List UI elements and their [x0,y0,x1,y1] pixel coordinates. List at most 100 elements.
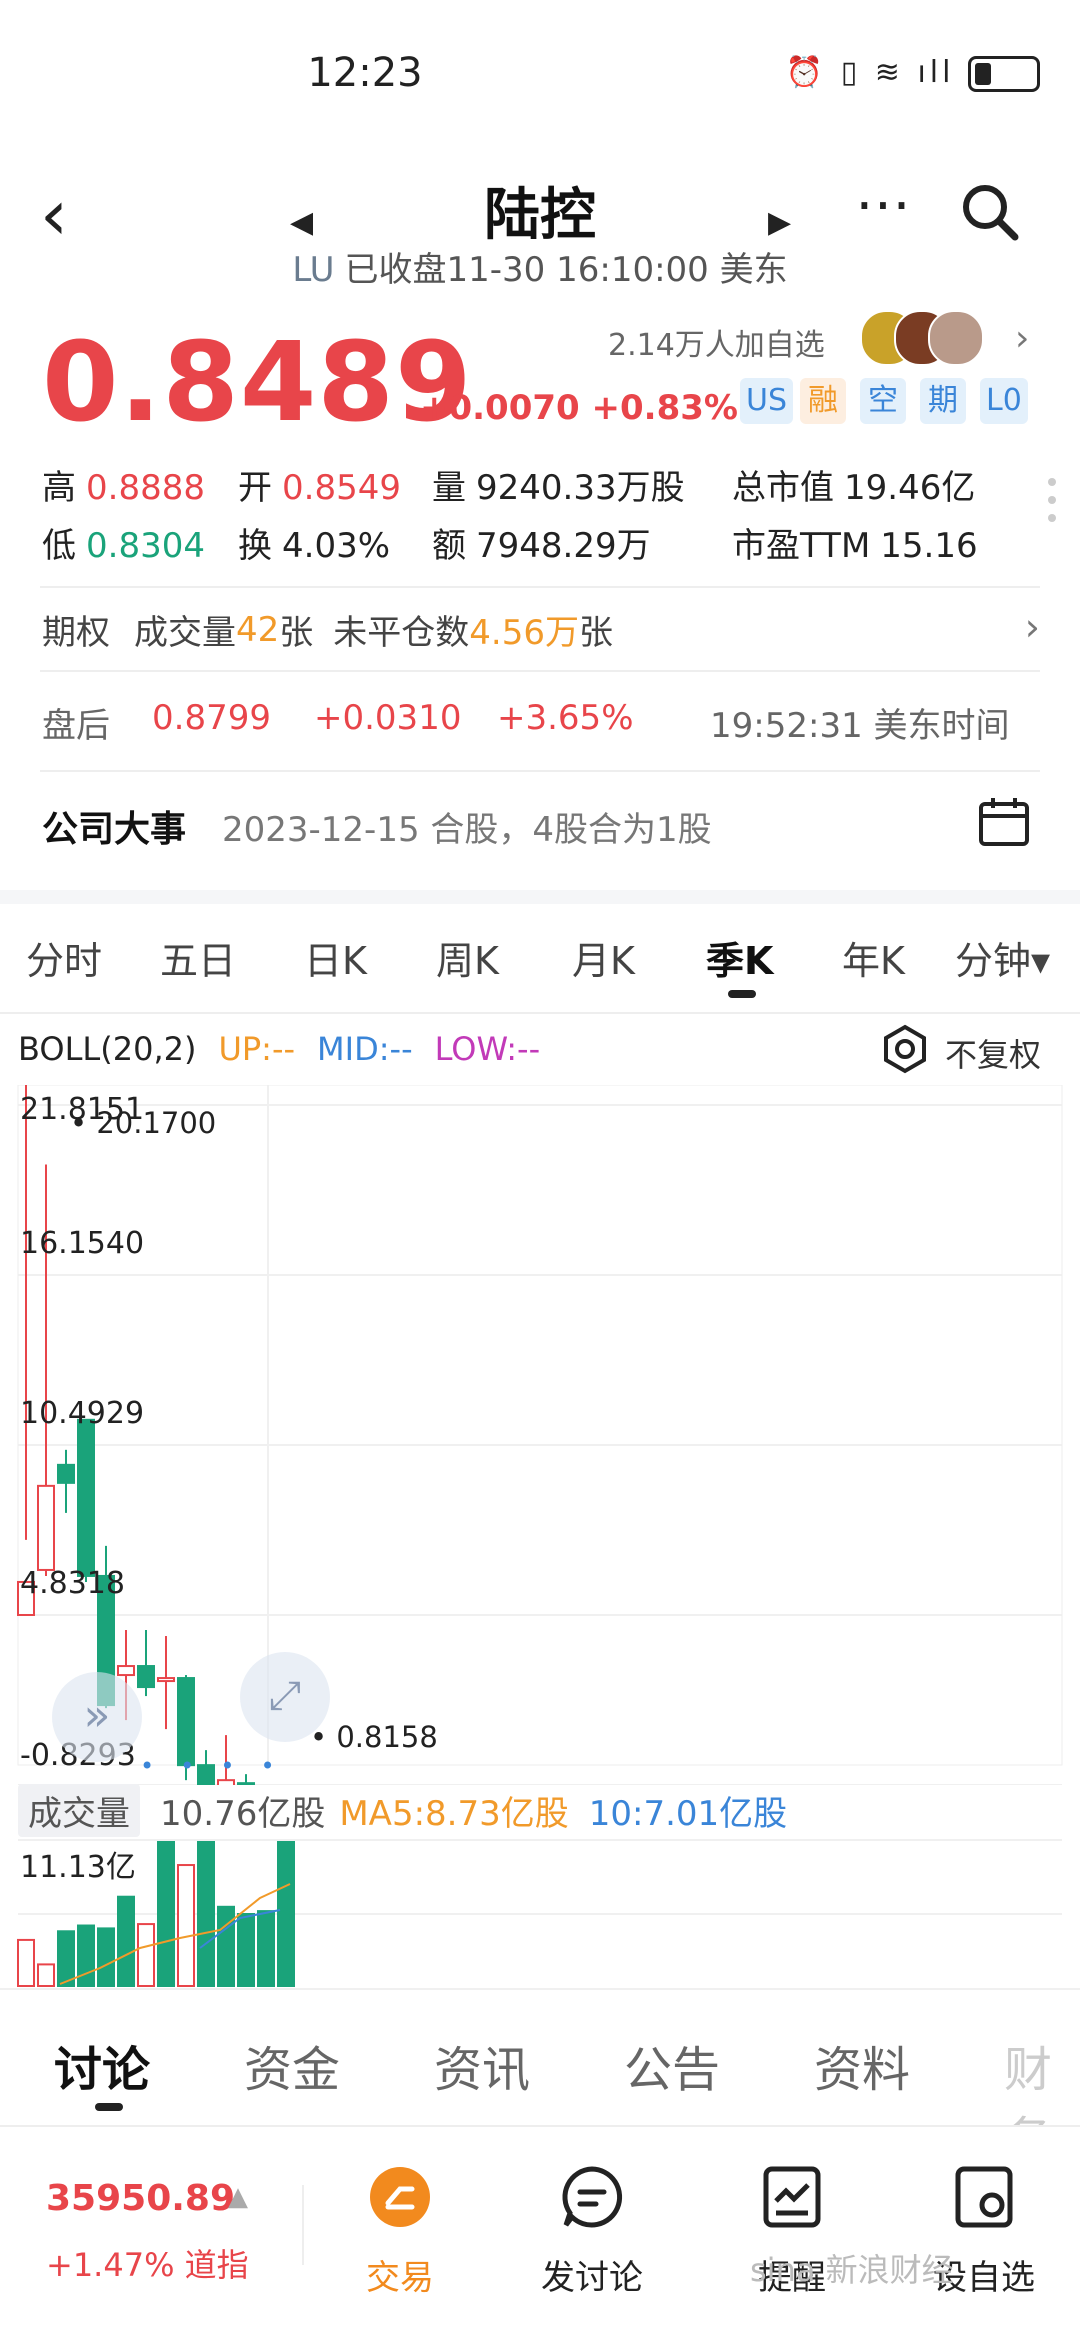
after-hours-label: 盘后 [42,706,110,746]
chevron-right-icon[interactable]: › [1025,605,1040,649]
tab-minute-dropdown[interactable]: 分钟▾ [955,930,1050,985]
events-text[interactable]: 2023-12-15 合股，4股合为1股 [222,802,712,851]
adjust-mode[interactable]: 不复权 [945,1030,1041,1076]
section-gap [0,890,1080,904]
tab-intraday[interactable]: 分时 [26,930,102,985]
volume-chart[interactable] [0,1838,1080,1988]
discuss-icon[interactable] [560,2165,624,2229]
tag-us: US [740,378,794,424]
divider [40,670,1040,672]
events-label: 公司大事 [42,809,187,850]
tab-five-day[interactable]: 五日 [160,930,236,985]
candle-body [37,1484,55,1571]
divider [40,770,1040,772]
boll-mid: MID:-- [317,1030,413,1068]
discuss-button[interactable]: 发讨论 [512,2250,672,2299]
index-value[interactable]: 35950.89 [46,2178,235,2219]
volume-bar [17,1938,35,1987]
after-hours-row: 盘后 0.8799 +0.0310 +3.65% 19:52:31 美东时间 [42,698,1042,748]
volume-bar [97,1927,115,1987]
stat-mktcap: 总市值 19.46亿 [732,468,976,508]
bottom-toolbar [0,2125,1080,2342]
volume-bar [137,1923,155,1987]
index-change[interactable]: +1.47% 道指 [46,2240,249,2286]
volume-top-label: 11.13亿 [20,1850,136,1885]
after-hours-time: 19:52:31 美东时间 [710,706,1010,746]
settings-icon[interactable] [880,1024,930,1074]
stat-volume: 量 9240.33万股 [432,468,685,508]
high-marker: • 20.1700 [70,1106,217,1140]
volume-ma5: MA5:8.73亿股 [339,1794,569,1834]
stat-amount: 额 7948.29万 [432,526,651,566]
up-triangle-icon: ▲ [228,2182,248,2212]
fullscreen-icon[interactable]: ⤢ [240,1652,330,1742]
divider [302,2185,304,2265]
tab-weekly-k[interactable]: 周K [436,930,499,985]
volume-bar [197,1841,215,1987]
tab-profile[interactable]: 资料 [814,2030,910,2100]
volume-bar [77,1924,95,1987]
tab-yearly-k[interactable]: 年K [842,930,905,985]
watcher-avatars[interactable] [860,310,990,366]
alert-icon[interactable] [760,2165,824,2229]
watchlist-icon[interactable] [952,2165,1016,2229]
indicator-row[interactable]: BOLL(20,2) UP:-- MID:-- LOW:-- [18,1030,562,1068]
tab-news[interactable]: 资讯 [434,2030,530,2100]
volume-bar [177,1864,195,1987]
active-tab-indicator [728,990,756,998]
low-marker: • 0.8158 [310,1720,438,1754]
y-tick-label: 4.8318 [20,1566,125,1601]
trade-button[interactable]: 交易 [320,2250,480,2299]
volume-bar [277,1841,295,1987]
expand-stats-handle[interactable] [1048,478,1058,532]
next-stock-icon[interactable]: ▶ [768,205,791,240]
indicator-name: BOLL(20,2) [18,1030,197,1068]
search-icon[interactable] [960,182,1020,242]
tab-daily-k[interactable]: 日K [304,930,367,985]
volume-row[interactable]: 成交量 10.76亿股 MA5:8.73亿股 10:7.01亿股 [18,1784,787,1837]
options-label: 期权 [42,613,110,653]
candle-body [57,1463,75,1484]
tab-discussion[interactable]: 讨论 [54,2030,150,2100]
volume-bar [237,1913,255,1987]
tab-announcements[interactable]: 公告 [624,2030,720,2100]
options-oi-unit: 张 [578,613,613,653]
options-row[interactable]: 期权 成交量 42 张 未平仓数 4.56万 张 [42,605,613,654]
status-icons: ⏰ ▯ ≋ ıll [786,55,1040,92]
candle-body [117,1665,135,1677]
watchers-count[interactable]: 2.14万人加自选 [608,320,825,364]
ticker-code: LU [292,250,335,290]
stat-turnover: 换 4.03% [238,526,391,566]
tab-quarterly-k[interactable]: 季K [706,930,773,985]
tag-level: L0 [980,378,1028,424]
avatar [928,310,984,366]
trade-icon[interactable] [368,2165,432,2229]
y-tick-label: 16.1540 [20,1226,145,1261]
tab-funds[interactable]: 资金 [244,2030,340,2100]
collapse-chart-icon[interactable]: » [52,1672,142,1762]
active-tab-indicator [95,2103,123,2111]
volume-ma10: 10:7.01亿股 [588,1794,788,1834]
volume-bar [57,1930,75,1987]
chevron-right-icon[interactable]: › [1015,318,1029,359]
calendar-icon[interactable] [978,796,1030,848]
wifi-icon: ≋ [874,55,904,90]
stat-open: 开 0.8549 [238,468,401,508]
tag-margin: 融 [800,378,846,424]
sub-tab-bar [0,1988,1080,2125]
more-button[interactable]: ⋯ [855,177,913,233]
tab-monthly-k[interactable]: 月K [572,930,635,985]
volume-bar [257,1910,275,1987]
chart-frame [17,1085,1063,1766]
market-status: LU 已收盘11-30 16:10:00 美东 [0,242,1080,291]
candle-body [77,1418,95,1577]
candle-body [137,1665,155,1689]
battery-icon [968,55,1040,92]
stat-low: 低 0.8304 [42,526,205,566]
options-volume-label: 成交量 [134,613,236,653]
kline-chart[interactable] [0,1085,1080,1785]
price-change: +0.0070 +0.83% [420,388,738,428]
tag-short: 空 [860,378,906,424]
stat-pe: 市盈TTM 15.16 [732,526,978,566]
options-oi-label: 未平仓数 [333,613,470,653]
